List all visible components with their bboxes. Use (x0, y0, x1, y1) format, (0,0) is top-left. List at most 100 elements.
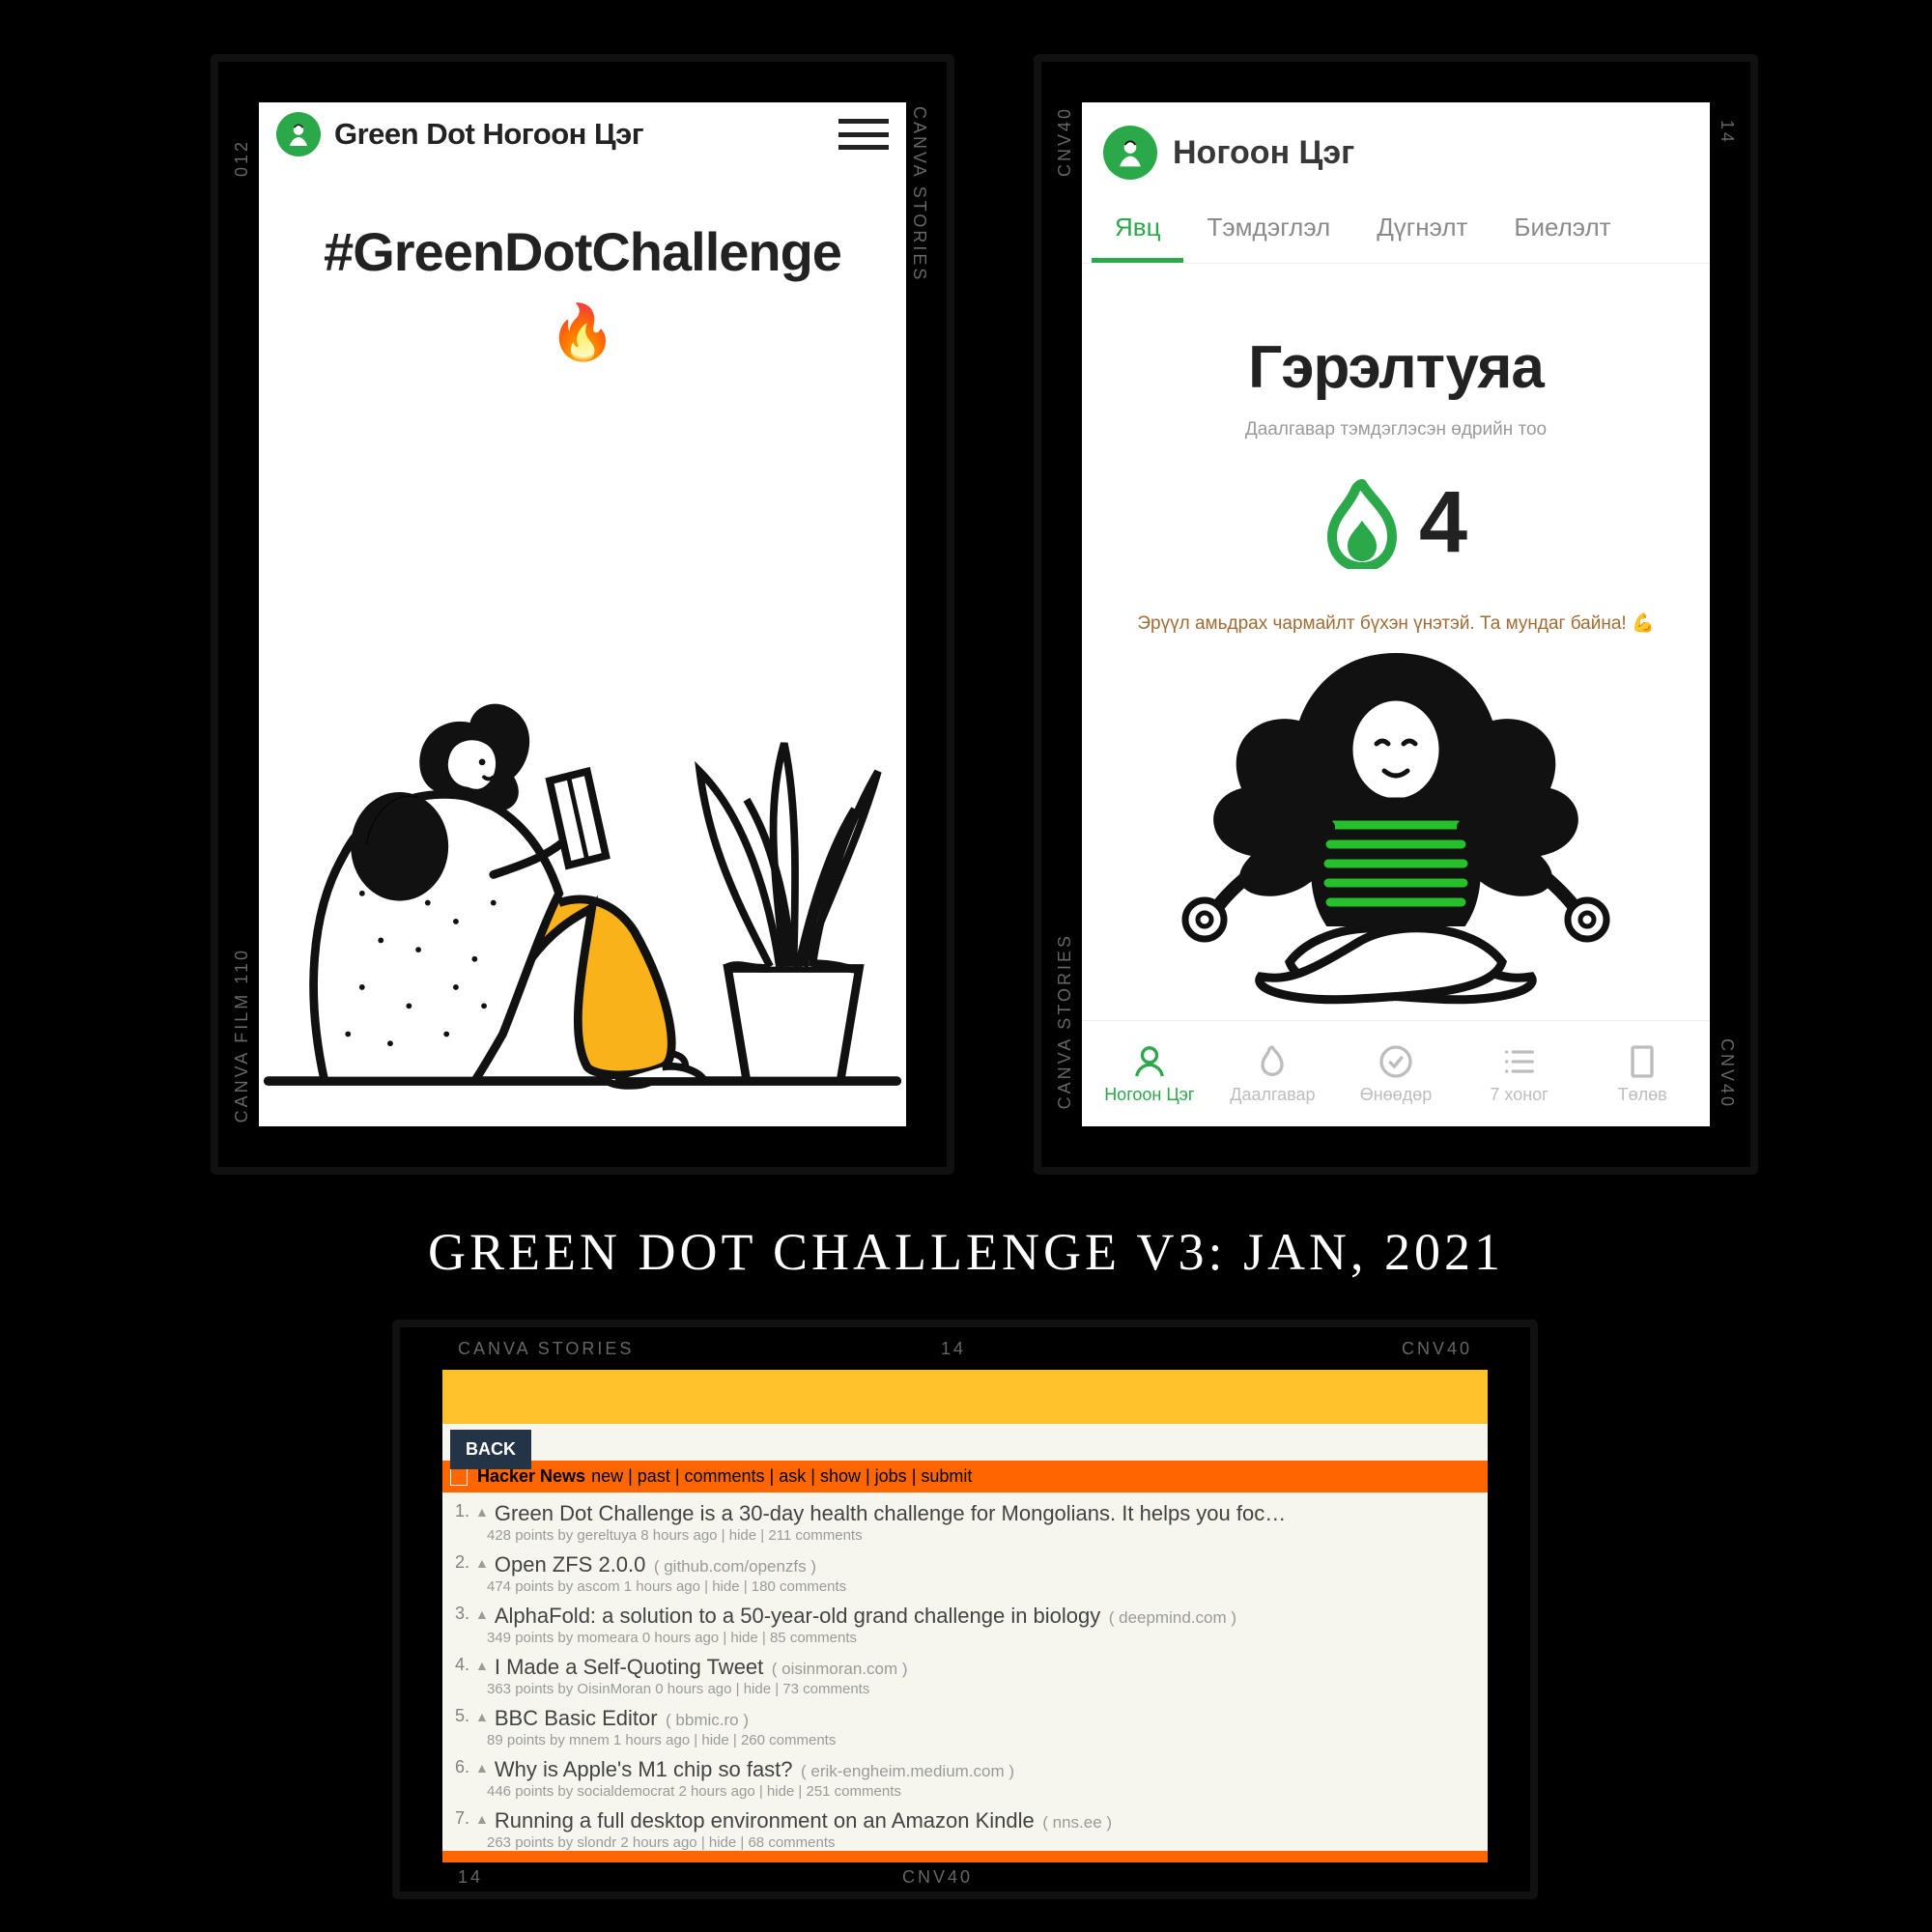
upvote-icon[interactable]: ▲ (475, 1655, 489, 1673)
film-label: 14 (1717, 120, 1737, 145)
meditation-illustration (1082, 643, 1710, 1010)
nav-item-tasks[interactable]: Даалгавар (1211, 1042, 1335, 1105)
hn-story-row: 2. ▲ Open ZFS 2.0.0 ( github.com/openzfs… (448, 1548, 1478, 1578)
hero-illustration (259, 585, 906, 1126)
streak-number: 4 (1419, 473, 1467, 573)
hn-rank: 4. (448, 1655, 469, 1675)
hn-rank: 6. (448, 1757, 469, 1777)
hn-nav-link[interactable]: show (820, 1466, 861, 1486)
hn-story-title[interactable]: AlphaFold: a solution to a 50-year-old g… (495, 1604, 1100, 1628)
menu-button[interactable] (838, 119, 889, 150)
tab-progress[interactable]: Явц (1092, 195, 1183, 263)
hn-nav-link[interactable]: ask (779, 1466, 806, 1486)
brand-logo-icon (276, 112, 321, 156)
film-label: CNV40 (902, 1867, 973, 1888)
hn-rank: 7. (448, 1808, 469, 1829)
hn-story-row: 1. ▲ Green Dot Challenge is a 30-day hea… (448, 1496, 1478, 1527)
upvote-icon[interactable]: ▲ (475, 1604, 489, 1622)
bottom-nav: Ногоон Цэг Даалгавар Өнөөдөр 7 хоног Төл… (1082, 1020, 1710, 1126)
hn-story-domain[interactable]: ( github.com/openzfs ) (654, 1557, 816, 1576)
hn-story-domain[interactable]: ( erik-engheim.medium.com ) (801, 1762, 1014, 1780)
hn-story-domain[interactable]: ( oisinmoran.com ) (772, 1660, 908, 1678)
nav-item-home[interactable]: Ногоон Цэг (1088, 1042, 1211, 1105)
film-label: CANVA STORIES (1055, 933, 1075, 1109)
hn-story-meta[interactable]: 446 points by socialdemocrat 2 hours ago… (448, 1783, 1478, 1804)
hn-logo-icon (450, 1468, 468, 1486)
hn-story-title[interactable]: Green Dot Challenge is a 30-day health c… (495, 1501, 1286, 1525)
hn-story-meta[interactable]: 349 points by momeara 0 hours ago | hide… (448, 1630, 1478, 1650)
hn-story-title[interactable]: Open ZFS 2.0.0 (495, 1552, 646, 1577)
brand-title: Ногоон Цэг (1173, 134, 1354, 172)
hn-story-list: 1. ▲ Green Dot Challenge is a 30-day hea… (442, 1492, 1488, 1855)
film-label: CNV40 (1402, 1339, 1472, 1359)
collage-title: GREEN DOT CHALLENGE V3: JAN, 2021 (0, 1222, 1932, 1282)
nav-label: 7 хоног (1490, 1085, 1548, 1105)
tab-summary[interactable]: Дүгнэлт (1353, 195, 1491, 263)
nav-item-status[interactable]: Төлөв (1580, 1042, 1704, 1105)
nav-item-week[interactable]: 7 хоног (1458, 1042, 1581, 1105)
user-icon (1130, 1042, 1169, 1081)
hn-story-meta[interactable]: 428 points by gereltuya 8 hours ago | hi… (448, 1527, 1478, 1548)
hn-story-row: 5. ▲ BBC Basic Editor ( bbmic.ro ) (448, 1701, 1478, 1732)
upvote-icon[interactable]: ▲ (475, 1552, 489, 1571)
upvote-icon[interactable]: ▲ (475, 1501, 489, 1520)
hn-story-domain[interactable]: ( deepmind.com ) (1109, 1608, 1236, 1627)
streak-counter: 4 (1082, 473, 1710, 573)
upvote-icon[interactable]: ▲ (475, 1706, 489, 1724)
hn-story-meta[interactable]: 363 points by OisinMoran 0 hours ago | h… (448, 1681, 1478, 1701)
hn-rank: 1. (448, 1501, 469, 1521)
tab-notes[interactable]: Тэмдэглэл (1183, 195, 1353, 263)
hn-rank: 5. (448, 1706, 469, 1726)
flame-icon (1253, 1042, 1292, 1081)
check-circle-icon (1377, 1042, 1415, 1081)
hn-top-nav: Hacker News new | past | comments | ask … (442, 1461, 1488, 1492)
hn-story-title[interactable]: Running a full desktop environment on an… (495, 1808, 1035, 1833)
hn-rank: 2. (448, 1552, 469, 1573)
hn-story-title[interactable]: I Made a Self-Quoting Tweet (495, 1655, 763, 1679)
upvote-icon[interactable]: ▲ (475, 1757, 489, 1776)
hn-nav-link[interactable]: new (591, 1466, 623, 1486)
nav-label: Ногоон Цэг (1104, 1085, 1194, 1105)
screenshot-app-progress: CNV40 CANVA STORIES 14 CNV40 Ногоон Цэг … (1034, 54, 1758, 1175)
film-label: CANVA STORIES (458, 1339, 634, 1359)
hn-story-row: 6. ▲ Why is Apple's M1 chip so fast? ( e… (448, 1752, 1478, 1783)
film-label: CANVA FILM 110 (232, 948, 252, 1122)
film-label: CNV40 (1717, 1038, 1737, 1109)
fire-icon: 🔥 (259, 300, 906, 364)
streak-subtitle: Даалгавар тэмдэглэсэн өдрийн тоо (1082, 419, 1710, 440)
hn-story-row: 7. ▲ Running a full desktop environment … (448, 1804, 1478, 1834)
hn-story-meta[interactable]: 474 points by ascom 1 hours ago | hide |… (448, 1578, 1478, 1599)
hn-site-name[interactable]: Hacker News (477, 1466, 585, 1487)
hn-story-row: 3. ▲ AlphaFold: a solution to a 50-year-… (448, 1599, 1478, 1630)
user-name: Гэрэлтуяа (1082, 333, 1710, 402)
hn-story-domain[interactable]: ( bbmic.ro ) (666, 1711, 749, 1729)
film-label: 14 (458, 1867, 483, 1888)
banner (442, 1370, 1488, 1424)
hn-nav-link[interactable]: comments (685, 1466, 765, 1486)
nav-label: Өнөөдөр (1360, 1085, 1433, 1105)
hn-rank: 3. (448, 1604, 469, 1624)
hn-story-row: 4. ▲ I Made a Self-Quoting Tweet ( oisin… (448, 1650, 1478, 1681)
hn-story-title[interactable]: Why is Apple's M1 chip so fast? (495, 1757, 793, 1781)
film-label: CNV40 (1055, 106, 1075, 177)
nav-item-today[interactable]: Өнөөдөр (1334, 1042, 1458, 1105)
upvote-icon[interactable]: ▲ (475, 1808, 489, 1827)
screenshot-hackernews: CANVA STORIES 14 CNV40 14 CNV40 BACK Hac… (392, 1320, 1538, 1899)
film-label: CANVA STORIES (909, 106, 929, 282)
tab-achievement[interactable]: Биелэлт (1491, 195, 1634, 263)
nav-label: Төлөв (1618, 1085, 1667, 1105)
hn-nav-links: new | past | comments | ask | show | job… (591, 1466, 972, 1487)
hn-story-meta[interactable]: 89 points by mnem 1 hours ago | hide | 2… (448, 1732, 1478, 1752)
list-icon (1500, 1042, 1539, 1081)
hn-nav-link[interactable]: submit (921, 1466, 972, 1486)
film-label: 012 (232, 139, 252, 177)
back-button[interactable]: BACK (450, 1430, 531, 1469)
hn-nav-link[interactable]: jobs (875, 1466, 907, 1486)
hn-story-title[interactable]: BBC Basic Editor (495, 1706, 658, 1730)
screenshot-landing: CANVA FILM 110 012 CANVA STORIES Green D… (211, 54, 954, 1175)
hn-story-domain[interactable]: ( nns.ee ) (1042, 1813, 1112, 1832)
hn-nav-link[interactable]: past (638, 1466, 670, 1486)
flame-icon (1324, 478, 1400, 569)
brand-logo-icon (1103, 126, 1157, 180)
doc-icon (1623, 1042, 1662, 1081)
